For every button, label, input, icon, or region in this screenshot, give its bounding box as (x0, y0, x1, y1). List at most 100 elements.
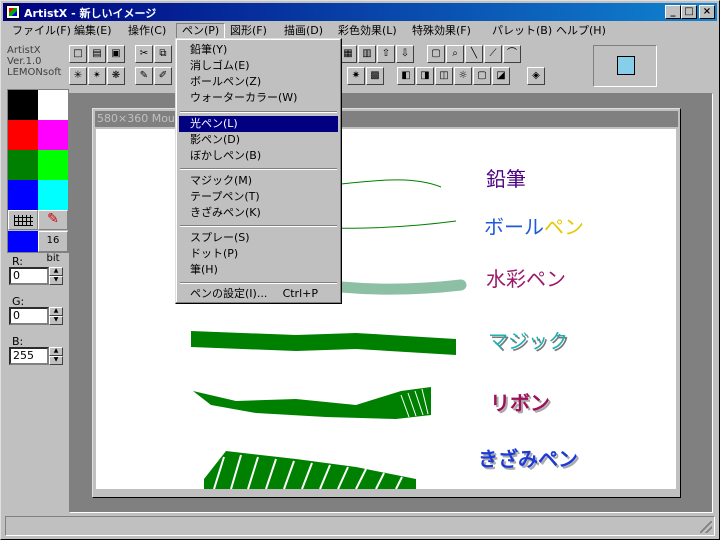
tape-stroke (193, 387, 431, 419)
effect-c-icon[interactable]: ❋ (107, 67, 125, 85)
menu-item-spray[interactable]: スプレー(S) (179, 230, 338, 246)
bit-depth-button[interactable]: 16 bit (38, 231, 68, 264)
swatch-lime[interactable] (38, 150, 68, 180)
close-button[interactable]: × (699, 5, 715, 19)
color-preview-swatch (617, 56, 635, 75)
half-rect-icon[interactable]: ◨ (416, 67, 434, 85)
fill-rect-icon[interactable]: ◧ (397, 67, 415, 85)
minimize-button[interactable]: _ (665, 5, 681, 19)
r-up-icon[interactable]: ▲ (49, 267, 63, 276)
rect-select-icon[interactable]: ▢ (427, 45, 445, 63)
menu-help[interactable]: ヘルプ(H) (551, 23, 611, 40)
shadow-rect-icon[interactable]: ◫ (435, 67, 453, 85)
up-tool-icon[interactable]: ⇧ (377, 45, 395, 63)
eyedropper-icon[interactable]: ✎ (38, 210, 68, 230)
swatch-green[interactable] (8, 150, 38, 180)
menu-edit[interactable]: 編集(E) (69, 23, 117, 40)
g-spinner[interactable]: ▲ ▼ (49, 307, 63, 325)
pen-settings-shortcut: Ctrl+P (282, 287, 318, 300)
menu-palette[interactable]: パレット(B) (487, 23, 557, 40)
menu-item-tape-pen[interactable]: テープペン(T) (179, 189, 338, 205)
g-value-field[interactable]: 0 (9, 307, 49, 325)
label-ribbon: リボン (490, 391, 550, 415)
menu-item-eraser[interactable]: 消しゴム(E) (179, 58, 338, 74)
menu-file[interactable]: ファイル(F) (7, 23, 76, 40)
app-version: Ver.1.0 (7, 56, 42, 67)
pen-settings-label: ペンの設定(I)... (190, 287, 268, 300)
label-ballpen-b: ペン (544, 215, 584, 239)
save-icon[interactable]: ▣ (107, 45, 125, 63)
menu-separator (180, 111, 337, 113)
menu-item-pen-settings[interactable]: ペンの設定(I)... Ctrl+P (179, 286, 338, 302)
menu-bar: ファイル(F) 編集(E) 操作(C) ペン(P) 図形(F) 描画(D) 彩色… (3, 22, 717, 41)
effect-b-icon[interactable]: ✴ (88, 67, 106, 85)
swatch-magenta[interactable] (38, 120, 68, 150)
down-tool-icon[interactable]: ⇩ (396, 45, 414, 63)
menu-item-kizami-pen[interactable]: きざみペン(K) (179, 205, 338, 221)
swatch-blue[interactable] (8, 180, 38, 210)
color-palette: ✎ 16 bit (7, 89, 69, 264)
zoom-icon[interactable]: ⌕ (446, 45, 464, 63)
curve-icon[interactable]: ⌒ (503, 45, 521, 63)
effect-a-icon[interactable]: ✳ (69, 67, 87, 85)
title-bar[interactable]: ArtistX - 新しいイメージ _ □ × (3, 3, 717, 21)
b-down-icon[interactable]: ▼ (49, 356, 63, 365)
menu-item-ballpen[interactable]: ボールペン(Z) (179, 74, 338, 90)
palette-grid-button[interactable] (8, 210, 38, 230)
menu-item-dot[interactable]: ドット(P) (179, 246, 338, 262)
menu-special-effects[interactable]: 特殊効果(F) (407, 23, 476, 40)
book-icon[interactable]: ◈ (527, 67, 545, 85)
cut-icon[interactable]: ✂ (135, 45, 153, 63)
grid-icon (14, 215, 33, 226)
brush-icon[interactable]: ✐ (154, 67, 172, 85)
resize-grip-icon[interactable] (700, 521, 712, 533)
menu-item-brush[interactable]: 筆(H) (179, 262, 338, 278)
label-ballpen: ボールペン (484, 211, 584, 240)
app-window: ArtistX - 新しいイメージ _ □ × ファイル(F) 編集(E) 操作… (0, 0, 720, 540)
swatch-white[interactable] (38, 90, 68, 120)
g-down-icon[interactable]: ▼ (49, 316, 63, 325)
rgb-icon[interactable]: ▩ (366, 67, 384, 85)
b-up-icon[interactable]: ▲ (49, 347, 63, 356)
app-icon[interactable] (6, 5, 20, 19)
swatch-cyan[interactable] (38, 180, 68, 210)
r-spinner[interactable]: ▲ ▼ (49, 267, 63, 285)
b-spinner[interactable]: ▲ ▼ (49, 347, 63, 365)
r-value-field[interactable]: 0 (9, 267, 49, 285)
grid-tool-icon[interactable]: ▥ (358, 45, 376, 63)
maximize-button[interactable]: □ (681, 5, 697, 19)
app-info: ArtistX Ver.1.0 LEMONsoft (7, 45, 61, 78)
menu-item-blur-pen[interactable]: ぼかしペン(B) (179, 148, 338, 164)
status-bar (5, 516, 715, 536)
menu-item-watercolor[interactable]: ウォーターカラー(W) (179, 90, 338, 106)
pencil-stroke (340, 179, 442, 188)
app-author: LEMONsoft (7, 67, 62, 78)
swatch-red[interactable] (8, 120, 38, 150)
b-value-field[interactable]: 255 (9, 347, 49, 365)
copy-icon[interactable]: ⧉ (154, 45, 172, 63)
new-file-icon[interactable]: □ (69, 45, 87, 63)
menu-item-pencil[interactable]: 鉛筆(Y) (179, 42, 338, 58)
bevel-icon[interactable]: ◪ (492, 67, 510, 85)
menu-item-magic[interactable]: マジック(M) (179, 173, 338, 189)
pen-menu-dropdown: 鉛筆(Y) 消しゴム(E) ボールペン(Z) ウォーターカラー(W) 光ペン(L… (175, 38, 342, 304)
r-down-icon[interactable]: ▼ (49, 276, 63, 285)
menu-separator (180, 168, 337, 170)
open-folder-icon[interactable]: ▤ (88, 45, 106, 63)
polyline-icon[interactable]: ⟋ (484, 45, 502, 63)
menu-operation[interactable]: 操作(C) (123, 23, 171, 40)
box-icon[interactable]: ▢ (473, 67, 491, 85)
swatch-black[interactable] (8, 90, 38, 120)
g-up-icon[interactable]: ▲ (49, 307, 63, 316)
sparkle-icon[interactable]: ✷ (347, 67, 365, 85)
pencil-icon[interactable]: ✎ (135, 67, 153, 85)
label-watercolor: 水彩ペン (486, 267, 566, 291)
app-name: ArtistX (7, 45, 41, 56)
line-icon[interactable]: ╲ (465, 45, 483, 63)
label-magic: マジック (488, 329, 568, 353)
menu-item-shadow-pen[interactable]: 影ペン(D) (179, 132, 338, 148)
sun-icon[interactable]: ☼ (454, 67, 472, 85)
menu-item-light-pen[interactable]: 光ペン(L) (179, 116, 338, 132)
label-kizami: きざみペン (478, 447, 578, 471)
menu-color-effects[interactable]: 彩色効果(L) (333, 23, 402, 40)
